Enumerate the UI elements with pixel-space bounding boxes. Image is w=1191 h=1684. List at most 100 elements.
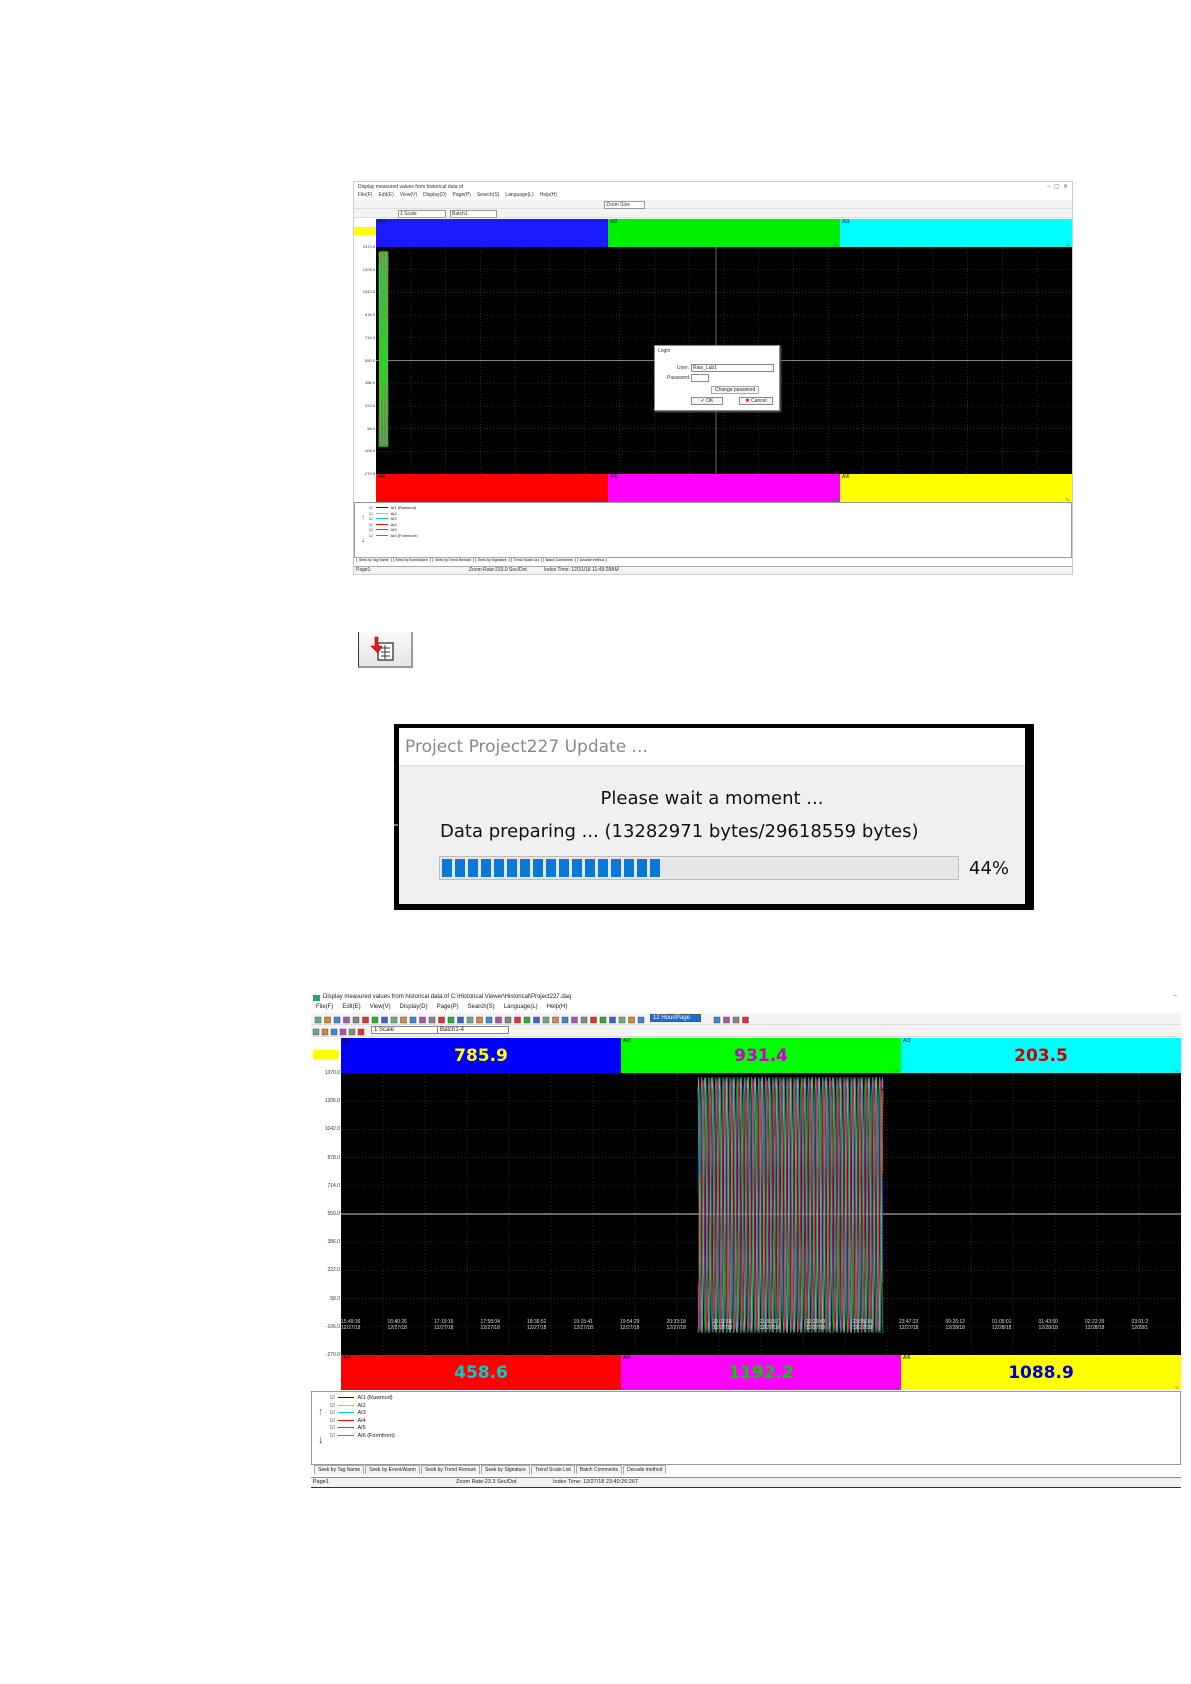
seek-tab[interactable]: Seek by Tag Name <box>314 1465 365 1474</box>
toolbar-icon[interactable] <box>723 1016 730 1024</box>
toolbar-icon[interactable] <box>348 1028 356 1036</box>
legend-checkbox[interactable]: ☑ <box>330 1425 335 1431</box>
toolbar-icon[interactable] <box>457 1016 464 1024</box>
toolbar-icon[interactable] <box>312 1028 320 1036</box>
legend-checkbox[interactable]: ☑ <box>330 1395 335 1401</box>
login-cancel-button[interactable]: ✖ Cancel <box>739 397 773 405</box>
toolbar-icon[interactable] <box>362 1016 369 1024</box>
toolbar-icon[interactable] <box>580 1016 588 1024</box>
toolbar-icon[interactable] <box>542 1016 550 1024</box>
toolbar-icon[interactable] <box>447 1016 455 1024</box>
change-password-button[interactable]: Change password <box>711 386 760 394</box>
up-arrow-icon[interactable]: ↑ <box>318 1406 324 1418</box>
legend-checkbox[interactable]: ☑ <box>330 1433 335 1439</box>
menu-item[interactable]: Language(L) <box>504 1004 538 1010</box>
toolbar-icon[interactable] <box>599 1016 607 1024</box>
menu-item[interactable]: Edit(E) <box>342 1004 360 1010</box>
down-arrow-icon[interactable]: ↓ <box>361 535 365 544</box>
menu-item[interactable]: File(F) <box>316 1004 333 1010</box>
seek-tab[interactable]: Decade method <box>623 1465 667 1474</box>
menu-item[interactable]: Page(P) <box>437 1004 459 1010</box>
trend-chart[interactable]: 15:49:36 12/27/18 16:40:26 12/27/18 17:19:15… <box>341 1073 1181 1355</box>
seek-tab[interactable]: Trend Scale List <box>530 1465 575 1474</box>
toolbar-icon[interactable] <box>637 1016 645 1024</box>
toolbar-icon[interactable] <box>400 1016 407 1024</box>
toolbar-icon[interactable] <box>314 1016 322 1024</box>
password-field[interactable] <box>691 374 709 382</box>
legend-checkbox[interactable]: ☑ <box>369 511 373 516</box>
seek-tab[interactable]: Seek by Signature <box>480 1465 530 1474</box>
toolbar-icon[interactable] <box>339 1028 347 1036</box>
toolbar-icon[interactable] <box>609 1016 616 1024</box>
toolbar-main[interactable]: 12 Hour/Page <box>311 1013 1181 1025</box>
legend-item[interactable]: ☑ AI5 <box>330 1425 366 1431</box>
legend-item[interactable]: ☑ AI2 <box>330 1403 366 1409</box>
legend-checkbox[interactable]: ☑ <box>330 1418 335 1424</box>
toolbar-icon[interactable] <box>343 1016 350 1024</box>
toolbar-icon[interactable] <box>504 1016 512 1024</box>
toolbar-icon[interactable] <box>628 1016 635 1024</box>
toolbar-icon[interactable] <box>357 1028 365 1036</box>
toolbar-icon[interactable] <box>352 1016 360 1024</box>
toolbar-icon[interactable] <box>571 1016 578 1024</box>
batch-select[interactable]: Batch1-4 <box>437 1026 510 1034</box>
toolbar-icon[interactable] <box>330 1028 338 1036</box>
toolbar-icon[interactable] <box>390 1016 398 1024</box>
toolbar-icon[interactable] <box>552 1016 559 1024</box>
export-data-button[interactable] <box>358 632 413 668</box>
scale-select[interactable]: 1 Scale <box>398 210 446 218</box>
toolbar-icon[interactable] <box>381 1016 388 1024</box>
toolbar-scale[interactable]: 1 Scale Batch1 <box>354 209 1072 218</box>
legend-item[interactable]: ☑ AI1 (Rawmod) <box>330 1395 393 1401</box>
seek-tab[interactable]: Seek by Trend Remark <box>420 1465 480 1474</box>
seek-tab[interactable]: Seek by Tag Name <box>356 557 392 562</box>
toolbar-scale[interactable]: 1 Scale Batch1-4 <box>311 1025 1181 1037</box>
toolbar-icon[interactable] <box>466 1016 474 1024</box>
legend-checkbox[interactable]: ☑ <box>369 527 373 532</box>
legend-checkbox[interactable]: ☑ <box>369 505 373 510</box>
legend-item[interactable]: ☑ AI4 <box>330 1418 366 1424</box>
legend-item[interactable]: ☑ AI4 <box>369 522 397 527</box>
legend-checkbox[interactable]: ☑ <box>369 522 373 527</box>
legend-checkbox[interactable]: ☑ <box>369 533 373 538</box>
menu-item[interactable]: Display(D) <box>423 192 446 198</box>
toolbar-icon[interactable] <box>409 1016 417 1024</box>
zoom-select[interactable]: 12 Hour/Page <box>650 1014 702 1022</box>
toolbar-icon[interactable] <box>321 1028 329 1036</box>
legend-checkbox[interactable]: ☑ <box>369 516 373 521</box>
toolbar-icon[interactable] <box>495 1016 502 1024</box>
seek-tabs[interactable]: Seek by Tag Name Seek by Event/Alarm Seek … <box>356 557 608 563</box>
legend-item[interactable]: ☑ AI1 (Rawmod) <box>369 505 416 510</box>
seek-tab[interactable]: Batch Comments <box>575 1465 623 1474</box>
menu-item[interactable]: Help(H) <box>540 192 557 198</box>
menu-item[interactable]: File(F) <box>358 192 372 198</box>
toolbar-icon[interactable] <box>428 1016 436 1024</box>
menu-item[interactable]: Search(S) <box>477 192 500 198</box>
menu-item[interactable]: View(V) <box>370 1004 391 1010</box>
down-arrow-icon[interactable]: ↓ <box>318 1434 324 1446</box>
legend-item[interactable]: ☑ AI3 <box>369 516 397 521</box>
menu-item[interactable]: View(V) <box>400 192 417 198</box>
toolbar-icon[interactable] <box>419 1016 426 1024</box>
toolbar-icon[interactable] <box>533 1016 540 1024</box>
seek-tab[interactable]: Seek by Trend Remark <box>432 557 474 562</box>
window-controls[interactable]: – ▢ ✕ <box>1047 183 1068 190</box>
legend-checkbox[interactable]: ☑ <box>330 1403 335 1409</box>
legend-item[interactable]: ☑ AI2 <box>369 511 397 516</box>
login-ok-button[interactable]: ✔ OK <box>691 397 723 405</box>
legend-item[interactable]: ☑ AI6 (Formfront) <box>330 1433 395 1439</box>
menu-item[interactable]: Search(S) <box>468 1004 495 1010</box>
seek-tab[interactable]: Trend Scale List <box>510 557 542 562</box>
toolbar-icon[interactable] <box>333 1016 341 1024</box>
menu-item[interactable]: Edit(E) <box>378 192 393 198</box>
menu-bar[interactable]: File(F) Edit(E) View(V) Display(D) Page(P) Se… <box>316 1004 576 1010</box>
seek-tab[interactable]: Decade method <box>576 557 608 562</box>
seek-tab[interactable]: Seek by Signature <box>475 557 510 562</box>
toolbar-icon[interactable] <box>561 1016 569 1024</box>
seek-tabs[interactable]: Seek by Tag Name Seek by Event/Alarm Seek … <box>314 1465 667 1474</box>
user-select[interactable]: Raw_Lab1 <box>691 364 774 372</box>
toolbar-icon[interactable] <box>732 1016 740 1024</box>
menu-item[interactable]: Help(H) <box>547 1004 568 1010</box>
toolbar-icon[interactable] <box>590 1016 597 1024</box>
scale-select[interactable]: 1 Scale <box>371 1026 440 1034</box>
